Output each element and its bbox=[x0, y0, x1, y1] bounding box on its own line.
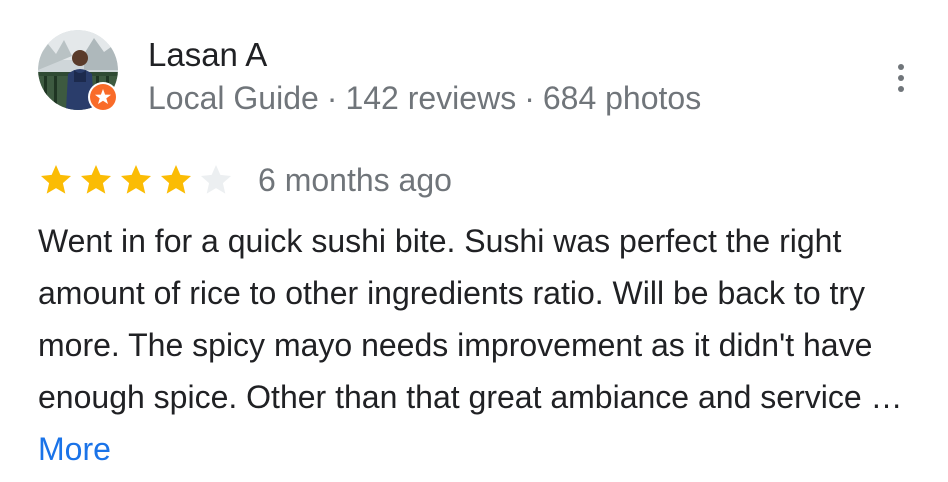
meta-separator: · bbox=[326, 80, 338, 116]
meta-separator: · bbox=[524, 80, 535, 116]
local-guide-label: Local Guide bbox=[148, 80, 319, 116]
review-count: 142 reviews bbox=[345, 80, 517, 116]
reviewer-meta: Local Guide · 142 reviews · 684 photos bbox=[148, 80, 701, 116]
star-filled-icon bbox=[41, 165, 71, 194]
reviewer-avatar[interactable] bbox=[38, 30, 118, 112]
review-text: Went in for a quick sushi bite. Sushi wa… bbox=[38, 215, 933, 475]
rating-row: 6 months ago bbox=[38, 160, 452, 200]
local-guide-badge-icon bbox=[88, 82, 118, 112]
review-body: Went in for a quick sushi bite. Sushi wa… bbox=[38, 223, 903, 415]
menu-dot bbox=[898, 64, 904, 70]
photo-count: 684 photos bbox=[542, 80, 702, 116]
menu-dot bbox=[898, 86, 904, 92]
more-link[interactable]: More bbox=[38, 431, 111, 467]
menu-dot bbox=[898, 75, 904, 81]
star-empty-icon bbox=[201, 165, 231, 194]
more-options-icon[interactable] bbox=[886, 58, 916, 98]
star-filled-icon bbox=[161, 165, 191, 194]
star-rating bbox=[38, 162, 234, 198]
star-filled-icon bbox=[121, 165, 151, 194]
reviewer-name[interactable]: Lasan A bbox=[148, 36, 267, 74]
review-date: 6 months ago bbox=[258, 162, 452, 198]
star-filled-icon bbox=[81, 165, 111, 194]
